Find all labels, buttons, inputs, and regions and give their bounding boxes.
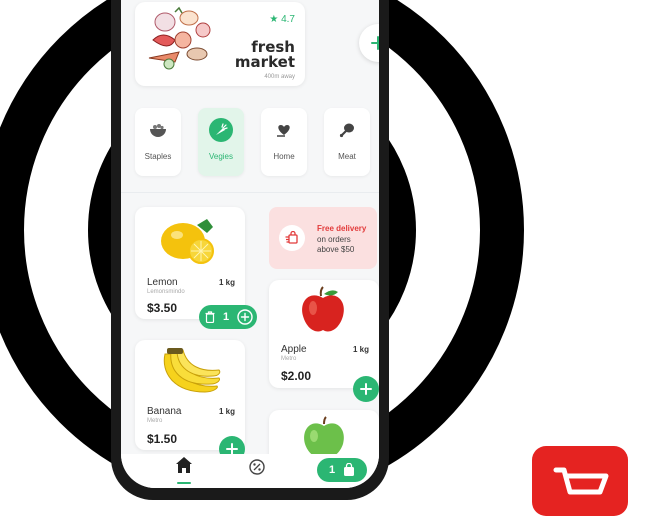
app-logo — [532, 446, 628, 516]
apple-image — [302, 286, 344, 332]
heart-hand-icon — [277, 125, 290, 137]
product-price: $1.50 — [147, 432, 178, 446]
section-divider — [121, 192, 379, 193]
product-name: Lemon — [147, 277, 178, 288]
category-label: Meat — [338, 152, 356, 161]
promo-title: Free delivery — [317, 224, 367, 233]
promo-line-1: on orders — [317, 235, 351, 244]
category-home[interactable]: Home — [261, 108, 307, 176]
category-label: Staples — [144, 152, 172, 161]
vegetables-illustration — [148, 6, 211, 70]
banana-image — [163, 348, 221, 393]
shopping-cart-icon — [553, 467, 609, 495]
product-subtitle: Metro — [147, 418, 163, 424]
product-subtitle: Metro — [281, 356, 297, 362]
nav-home[interactable] — [173, 456, 195, 476]
product-card-lemon[interactable]: Lemon 1 kg Lemonsmindo $3.50 — [135, 207, 245, 319]
shopping-bag-icon — [344, 463, 355, 476]
percent-icon — [249, 459, 265, 475]
category-meat[interactable]: Meat — [324, 108, 370, 176]
product-name: Apple — [281, 344, 307, 355]
store-name: fresh market — [235, 40, 295, 70]
app-screen: ★ 4.7 fresh market 400m away Staples Veg… — [121, 0, 379, 488]
product-price: $3.50 — [147, 301, 178, 315]
product-card-apple[interactable]: Apple 1 kg Metro $2.00 — [269, 280, 379, 388]
cart-button[interactable]: 1 — [317, 458, 367, 482]
plus-circle-icon[interactable] — [237, 309, 253, 325]
quantity-stepper[interactable]: 1 — [199, 305, 257, 329]
category-vegies[interactable]: Vegies — [198, 108, 244, 176]
store-rating: ★ 4.7 — [269, 14, 295, 25]
product-card-banana[interactable]: Banana 1 kg Metro $1.50 — [135, 340, 245, 450]
add-apple-button[interactable] — [353, 376, 379, 402]
category-label: Vegies — [208, 152, 234, 161]
store-card[interactable]: ★ 4.7 fresh market 400m away — [135, 2, 305, 86]
product-weight: 1 kg — [352, 345, 369, 354]
quantity-value: 1 — [222, 311, 230, 323]
product-price: $2.00 — [281, 369, 312, 383]
category-label: Home — [273, 152, 295, 161]
plus-icon — [360, 383, 372, 395]
delivery-bag-icon — [285, 231, 298, 244]
product-weight: 1 kg — [218, 278, 235, 287]
product-subtitle: Lemonsmindo — [147, 289, 185, 295]
free-delivery-banner[interactable]: Free delivery on orders above $50 — [269, 207, 377, 269]
product-weight: 1 kg — [218, 407, 235, 416]
phone-frame: ★ 4.7 fresh market 400m away Staples Veg… — [111, 0, 389, 500]
bottom-navigation: 1 — [121, 454, 379, 488]
store-distance: 400m away — [264, 74, 295, 80]
bowl-icon — [150, 124, 166, 137]
category-staples[interactable]: Staples — [135, 108, 181, 176]
cart-count: 1 — [328, 464, 336, 476]
nav-offers[interactable] — [249, 459, 265, 480]
plus-icon — [371, 36, 379, 50]
drumstick-icon — [339, 123, 354, 138]
home-icon — [176, 457, 192, 473]
carrot-icon — [216, 123, 228, 135]
nav-active-indicator — [177, 482, 191, 484]
product-name: Banana — [147, 406, 182, 417]
trash-icon[interactable] — [205, 311, 215, 323]
store-name-line2: market — [234, 53, 295, 71]
add-floating-button[interactable] — [359, 24, 379, 62]
promo-line-2: above $50 — [317, 245, 355, 254]
lemon-image — [161, 219, 214, 264]
